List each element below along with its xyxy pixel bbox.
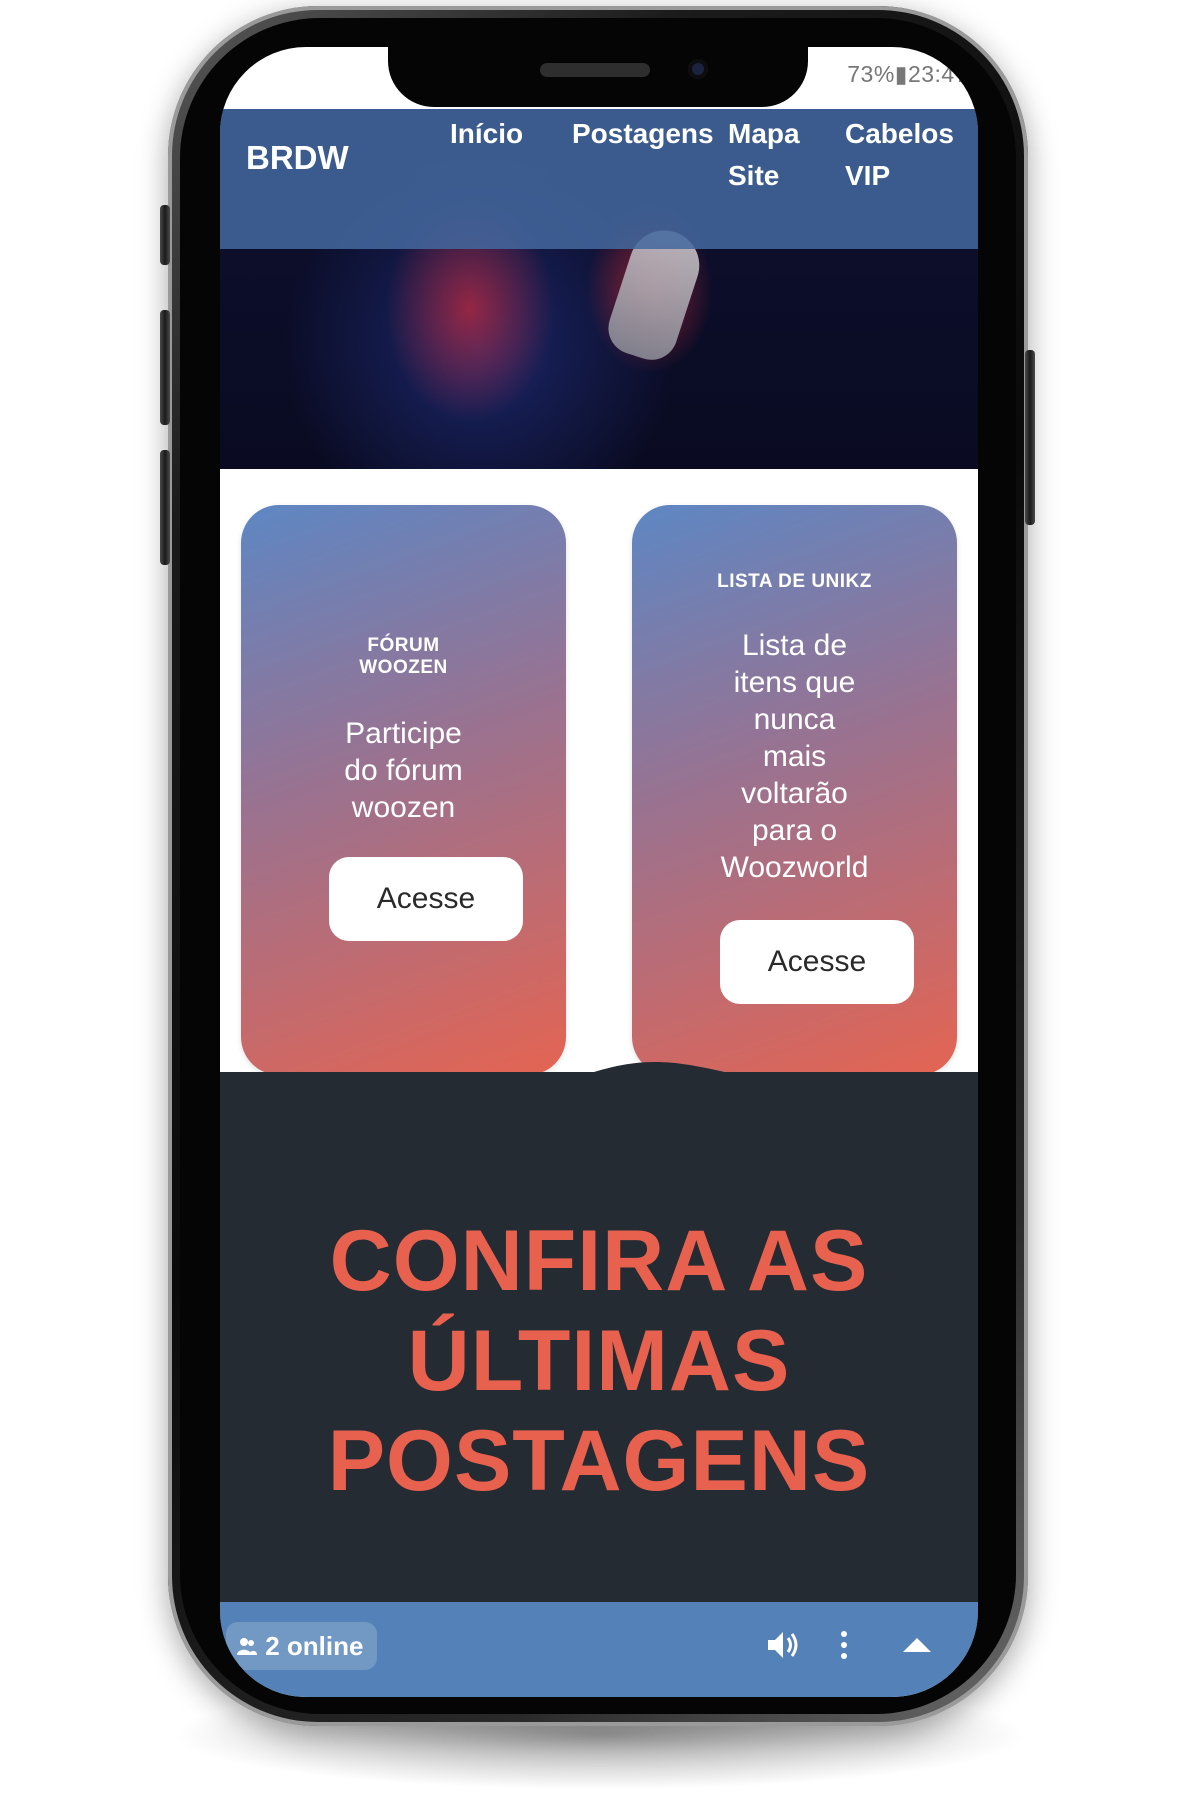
card-description: Participe do fórum woozen <box>241 715 566 826</box>
mute-switch <box>160 205 170 265</box>
speaker-grille <box>540 63 650 77</box>
section-headline-line1: CONFIRA AS <box>329 1213 869 1309</box>
card-forum-woozen: FÓRUM WOOZEN Participe do fórum woozen A… <box>241 505 566 1075</box>
nav-item-label: Mapa <box>728 118 800 149</box>
card-title: FÓRUM WOOZEN <box>241 635 566 679</box>
users-icon <box>236 1624 258 1672</box>
card-text-line: para o <box>751 814 838 847</box>
card-description: Lista de itens que nunca mais voltarão p… <box>632 627 957 886</box>
nav-item-label: Cabelos <box>845 118 954 149</box>
bottom-bar: 2 online <box>220 1602 978 1697</box>
card-text-line: nunca <box>753 703 836 736</box>
online-counter[interactable]: 2 online <box>226 1622 378 1672</box>
nav-item-label: Início <box>450 118 524 149</box>
cards-section: FÓRUM WOOZEN Participe do fórum woozen A… <box>220 469 978 1075</box>
status-bar-text: 73%▮23:47 <box>847 61 968 87</box>
nav-item-label: VIP <box>845 160 891 191</box>
volume-up-button <box>160 310 170 425</box>
card-text-line: Woozworld <box>720 851 869 884</box>
acesse-button[interactable]: Acesse <box>329 857 523 941</box>
card-text-line: Participe <box>345 717 462 750</box>
card-text-line: mais <box>762 740 827 773</box>
nav-item-mapa-site[interactable]: Mapa Site <box>728 113 800 197</box>
section-headline-line2: ÚLTIMAS <box>407 1313 791 1409</box>
nav-item-cabelos-vip[interactable]: Cabelos VIP <box>845 113 954 197</box>
card-text-line: do fórum <box>344 754 463 787</box>
online-label: 2 online <box>265 1631 364 1661</box>
notch <box>388 47 808 107</box>
volume-icon[interactable] <box>764 1626 802 1673</box>
power-button <box>1025 350 1035 525</box>
card-title-line: FÓRUM <box>367 635 440 656</box>
card-text-line: woozen <box>351 791 456 824</box>
nav-item-inicio[interactable]: Início <box>450 113 523 155</box>
triangle-up-icon[interactable] <box>900 1626 934 1673</box>
front-camera <box>688 59 708 79</box>
site-brand[interactable]: BRDW <box>246 139 349 177</box>
acesse-button[interactable]: Acesse <box>720 920 914 1004</box>
volume-down-button <box>160 450 170 565</box>
card-title-line: LISTA DE UNIKZ <box>717 571 872 592</box>
nav-item-postagens[interactable]: Postagens <box>572 113 714 155</box>
card-title: LISTA DE UNIKZ <box>632 571 957 593</box>
card-lista-de-unikz: LISTA DE UNIKZ Lista de itens que nunca … <box>632 505 957 1075</box>
card-text-line: voltarão <box>741 777 848 810</box>
nav-item-label: Site <box>728 160 780 191</box>
more-vertical-icon[interactable] <box>836 1626 852 1673</box>
nav-item-label: Postagens <box>572 118 714 149</box>
section-headline-line3: POSTAGENS <box>327 1413 871 1509</box>
card-text-line: itens que <box>733 666 856 699</box>
screen: 73%▮23:47 BRDW Início Postagens Mapa Sit… <box>220 47 978 1697</box>
card-title-line: WOOZEN <box>359 657 448 678</box>
card-text-line: Lista de <box>741 629 848 662</box>
